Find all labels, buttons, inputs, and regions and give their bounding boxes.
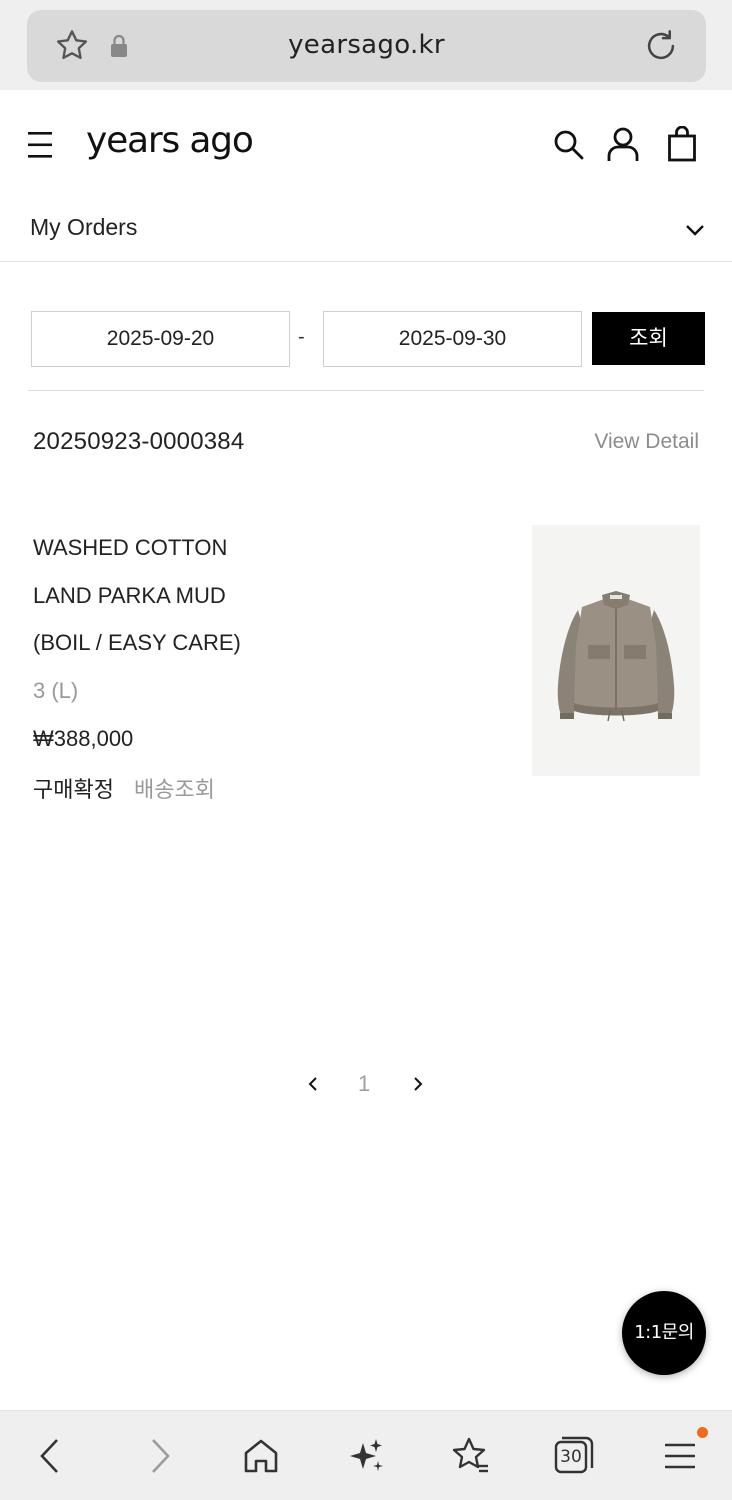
forward-icon[interactable]	[138, 1435, 180, 1477]
site-logo[interactable]: years ago	[86, 120, 254, 161]
product-name-line-3[interactable]: (BOIL / EASY CARE)	[33, 630, 241, 656]
tabs-icon[interactable]: 30	[552, 1434, 596, 1478]
user-icon[interactable]	[606, 126, 640, 162]
notification-dot	[697, 1427, 708, 1438]
inquiry-chat-button[interactable]: 1:1문의	[622, 1291, 706, 1375]
bag-icon[interactable]	[666, 126, 698, 162]
address-bar[interactable]: yearsago.kr	[27, 10, 706, 82]
view-detail-link[interactable]: View Detail	[594, 430, 699, 454]
menu-icon[interactable]	[28, 130, 54, 160]
jacket-illustration	[557, 591, 675, 722]
track-delivery-link[interactable]: 배송조회	[134, 772, 215, 804]
url-text: yearsago.kr	[288, 30, 445, 60]
purchase-confirmed-status: 구매확정	[33, 778, 114, 803]
search-icon[interactable]	[552, 128, 586, 162]
previous-page-icon[interactable]	[303, 1074, 323, 1094]
divider	[28, 390, 704, 391]
my-orders-label: My Orders	[30, 214, 138, 240]
date-separator: -	[298, 326, 305, 348]
product-option: 3 (L)	[33, 678, 79, 703]
browser-bottom-nav: 30	[0, 1410, 732, 1500]
product-name-line-2[interactable]: LAND PARKA MUD	[33, 583, 226, 609]
browser-top-bar: yearsago.kr	[0, 0, 732, 90]
product-price: ₩388,000	[33, 726, 134, 751]
product-image[interactable]	[532, 525, 700, 776]
tab-count-text: 30	[560, 1447, 582, 1467]
home-icon[interactable]	[240, 1435, 282, 1477]
start-date-field[interactable]: 2025-09-20	[31, 311, 290, 367]
reload-icon[interactable]	[642, 27, 680, 65]
page-number[interactable]: 1	[358, 1071, 370, 1097]
end-date-field[interactable]: 2025-09-30	[323, 311, 582, 367]
search-orders-button[interactable]: 조회	[592, 312, 705, 365]
favorites-icon[interactable]	[450, 1435, 492, 1477]
my-orders-dropdown[interactable]: My Orders	[0, 200, 732, 262]
site-header: years ago	[0, 90, 732, 200]
order-number: 20250923-0000384	[33, 428, 245, 455]
sparkle-icon[interactable]	[345, 1435, 387, 1477]
chevron-down-icon	[686, 225, 704, 236]
product-name-line-1[interactable]: WASHED COTTON	[33, 535, 227, 561]
next-page-icon[interactable]	[408, 1074, 428, 1094]
menu-icon[interactable]	[659, 1435, 701, 1477]
back-icon[interactable]	[30, 1435, 72, 1477]
